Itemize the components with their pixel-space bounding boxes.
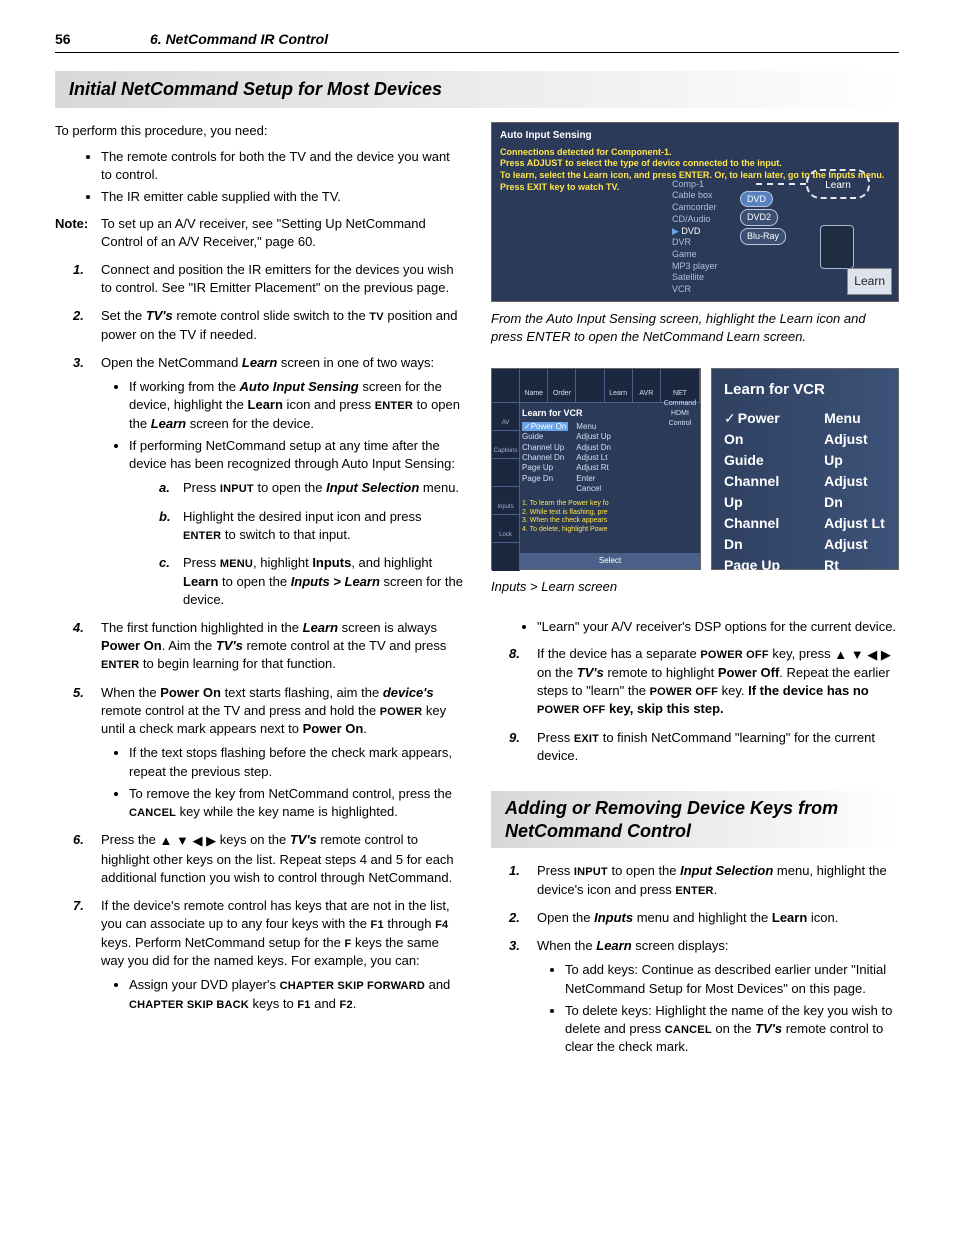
section2-steps: 1. Press INPUT to open the Input Selecti… — [491, 862, 899, 1056]
fig1-ovals: DVD DVD2 Blu-Ray — [740, 191, 786, 247]
step-2: 2. Set the TV's remote control slide swi… — [55, 307, 463, 344]
sec2-step-1: 1. Press INPUT to open the Input Selecti… — [491, 862, 899, 899]
arrow-keys-icon: ▲ ▼ ◀ ▶ — [834, 646, 891, 664]
section-title-2: Adding or Removing Device Keys from NetC… — [491, 791, 899, 848]
step-5: 5. When the Power On text starts flashin… — [55, 684, 463, 822]
step-7: 7. If the device's remote control has ke… — [55, 897, 463, 1013]
note-text: To set up an A/V receiver, see "Setting … — [101, 215, 463, 251]
intro-bullets: The remote controls for both the TV and … — [55, 148, 463, 207]
step-8: 8. If the device has a separate POWER OF… — [491, 645, 899, 719]
fig1-dashed-connector — [756, 183, 806, 185]
remote-icon — [820, 225, 854, 269]
fig1-learn-oval: Learn — [806, 169, 870, 199]
step-5-bullet: If the text stops flashing before the ch… — [129, 744, 463, 780]
step-7-cont-bullets: "Learn" your A/V receiver's DSP options … — [491, 618, 899, 636]
arrow-keys-icon: ▲ ▼ ◀ ▶ — [160, 832, 217, 850]
intro-bullet: The IR emitter cable supplied with the T… — [101, 188, 463, 206]
step-3b: b. Highlight the desired input icon and … — [129, 508, 463, 545]
figure-learn-screen-wrap: Name Order Learn AVR NET Command HDMI Co… — [491, 368, 899, 570]
step-1: 1.Connect and position the IR emitters f… — [55, 261, 463, 297]
steps-list-right: 8. If the device has a separate POWER OF… — [491, 645, 899, 766]
fig1-line: Connections detected for Component-1. — [500, 147, 890, 159]
sec2-bullet: To add keys: Continue as described earli… — [565, 961, 899, 997]
two-column-layout: To perform this procedure, you need: The… — [55, 122, 899, 1067]
step-5-bullet: To remove the key from NetCommand contro… — [129, 785, 463, 822]
step-3: 3. Open the NetCommand Learn screen in o… — [55, 354, 463, 609]
figure-learn-zoom: Learn for VCR Power On Guide Channel Up … — [711, 368, 899, 570]
fig1-title: Auto Input Sensing — [500, 129, 890, 143]
figure-learn-screen: Name Order Learn AVR NET Command HDMI Co… — [491, 368, 701, 570]
chapter-title: 6. NetCommand IR Control — [150, 30, 328, 50]
left-column: To perform this procedure, you need: The… — [55, 122, 463, 1067]
figure-auto-input-sensing: Auto Input Sensing Connections detected … — [491, 122, 899, 302]
steps-list-left: 1.Connect and position the IR emitters f… — [55, 261, 463, 1013]
step-4: 4. The first function highlighted in the… — [55, 619, 463, 674]
intro-line: To perform this procedure, you need: — [55, 122, 463, 140]
sec2-step-2: 2. Open the Inputs menu and highlight th… — [491, 909, 899, 927]
intro-bullet: The remote controls for both the TV and … — [101, 148, 463, 184]
step-7-bullet-cont: "Learn" your A/V receiver's DSP options … — [537, 618, 899, 636]
figure1-caption: From the Auto Input Sensing screen, high… — [491, 310, 899, 346]
step-7-bullet: Assign your DVD player's CHAPTER SKIP FO… — [129, 976, 463, 1013]
step-3c: c. Press MENU, highlight Inputs, and hig… — [129, 554, 463, 609]
page-header: 56 6. NetCommand IR Control — [55, 30, 899, 53]
note-label: Note: — [55, 215, 101, 251]
fig1-device-list: Comp-1 Cable box Camcorder CD/Audio ▶ DV… — [672, 179, 718, 296]
step-3-bullet: If performing NetCommand setup at any ti… — [129, 437, 463, 609]
right-column: Auto Input Sensing Connections detected … — [491, 122, 899, 1067]
section-title-1: Initial NetCommand Setup for Most Device… — [55, 71, 899, 108]
sec2-step-3: 3. When the Learn screen displays: To ad… — [491, 937, 899, 1056]
step-3-bullet: If working from the Auto Input Sensing s… — [129, 378, 463, 433]
note: Note: To set up an A/V receiver, see "Se… — [55, 215, 463, 251]
sec2-bullet: To delete keys: Highlight the name of th… — [565, 1002, 899, 1057]
step-9: 9. Press EXIT to finish NetCommand "lear… — [491, 729, 899, 766]
fig1-learn-callout: Learn — [847, 268, 892, 295]
step-6: 6. Press the ▲ ▼ ◀ ▶ keys on the TV's re… — [55, 831, 463, 887]
step-3a: a. Press INPUT to open the Input Selecti… — [129, 479, 463, 497]
page-number: 56 — [55, 30, 150, 50]
